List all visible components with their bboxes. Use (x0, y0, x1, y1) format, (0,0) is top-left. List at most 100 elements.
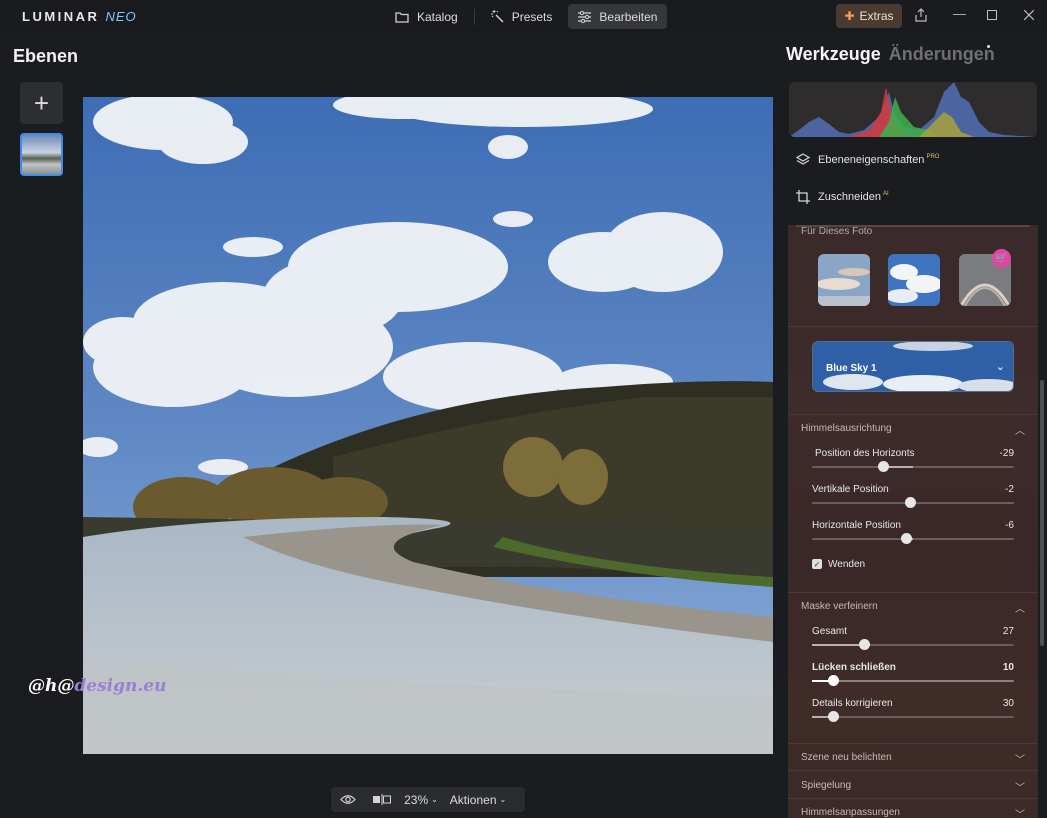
pro-badge: PRO (926, 154, 940, 161)
minimize-icon[interactable]: — (953, 6, 966, 21)
slider-value-horizon: -29 (999, 448, 1014, 459)
section-title-relight[interactable]: Szene neu belichten (801, 752, 892, 763)
slider-label-horizon: Position des Horizonts (815, 448, 915, 459)
flip-checkbox[interactable]: ✓ (812, 559, 822, 569)
zoom-dropdown[interactable]: 23% ⌄ (399, 787, 443, 812)
chevron-down-icon[interactable]: ﹀ (1015, 806, 1025, 818)
tab-aenderungen[interactable]: Änderungen (889, 44, 995, 64)
tab-katalog[interactable]: Katalog (385, 4, 468, 29)
slider-value-overall: 27 (1002, 626, 1014, 637)
tab-werkzeuge[interactable]: Werkzeuge (786, 44, 881, 64)
watermark-text: @h@design.eu (28, 676, 166, 696)
extras-button[interactable]: ✚ Extras (836, 4, 902, 28)
slider-fill (812, 644, 864, 646)
close-icon[interactable] (1023, 8, 1035, 23)
slider-knob[interactable] (901, 533, 912, 544)
panel-scrollbar[interactable] (1040, 380, 1044, 646)
sliders-icon (578, 10, 592, 23)
slider-vertical[interactable] (812, 497, 1014, 508)
slider-knob[interactable] (828, 711, 839, 722)
ai-badge: AI (883, 191, 889, 198)
folder-icon (395, 11, 409, 23)
slider-horizon[interactable] (812, 461, 1014, 472)
section-divider (788, 743, 1038, 744)
slider-value-details: 30 (1002, 698, 1014, 709)
chevron-up-icon[interactable]: ︿ (1015, 422, 1025, 437)
slider-gaps[interactable] (812, 675, 1014, 686)
slider-label-horizontal: Horizontale Position (812, 520, 901, 531)
layers-icon (796, 153, 810, 165)
slider-overall[interactable] (812, 639, 1014, 650)
compare-split-icon[interactable] (365, 787, 399, 812)
layer-properties-tool[interactable]: Ebeneneigenschaften PRO (796, 153, 939, 167)
add-layer-button[interactable]: + (20, 82, 63, 124)
slider-knob[interactable] (905, 497, 916, 508)
tab-bearbeiten-label: Bearbeiten (599, 9, 658, 24)
zoom-value: 23% (404, 792, 429, 807)
slider-label-vertical: Vertikale Position (812, 484, 889, 495)
slider-knob[interactable] (828, 675, 839, 686)
histogram (789, 82, 1037, 137)
chevron-down-icon[interactable]: ﹀ (1015, 779, 1025, 794)
actions-dropdown[interactable]: Aktionen ⌄ (443, 787, 513, 812)
crop-tool[interactable]: Zuschneiden AI (796, 190, 889, 204)
plus-icon: + (33, 87, 50, 118)
bottom-toolbar: 23% ⌄ Aktionen ⌄ (331, 787, 525, 812)
section-divider (788, 414, 1038, 415)
changes-dot-indicator (987, 45, 990, 48)
layer-properties-label: Ebeneneigenschaften (818, 154, 925, 166)
section-title-sky-adjustments[interactable]: Himmelsanpassungen (801, 807, 900, 818)
slider-horizontal[interactable] (812, 533, 1014, 544)
selected-sky-label: Blue Sky 1 (826, 363, 877, 374)
slider-value-gaps: 10 (1002, 662, 1014, 673)
sky-thumbnail-1[interactable] (818, 254, 870, 306)
slider-knob[interactable] (859, 639, 870, 650)
section-divider (788, 326, 1038, 327)
magic-wand-icon (490, 10, 504, 23)
watermark-part1: @h@ (28, 676, 75, 696)
chevron-down-icon[interactable]: ﹀ (1015, 751, 1025, 766)
slider-knob[interactable] (878, 461, 889, 472)
layer-thumbnail[interactable] (20, 133, 63, 176)
section-title-mask[interactable]: Maske verfeinern (801, 601, 878, 612)
for-this-photo-label: Für Dieses Foto (801, 226, 873, 237)
nav-divider (473, 9, 475, 25)
slider-label-gaps: Lücken schließen (812, 662, 896, 673)
slider-details[interactable] (812, 711, 1014, 722)
puzzle-icon: ✚ (844, 9, 855, 23)
app-logo: LUMINAR NEO (22, 9, 137, 24)
slider-label-overall: Gesamt (812, 626, 848, 637)
flip-label: Wenden (828, 559, 866, 570)
title-bar: LUMINAR NEO Katalog Presets Bearbeiten ✚ … (0, 0, 1047, 34)
panel-tabs: Werkzeuge Änderungen (786, 44, 995, 65)
top-navigation: Katalog Presets Bearbeiten (385, 4, 668, 29)
chevron-down-icon: ⌄ (995, 361, 1005, 373)
preview-eye-icon[interactable] (331, 787, 365, 812)
layers-title: Ebenen (13, 46, 79, 66)
chevron-up-icon[interactable]: ︿ (1015, 600, 1025, 615)
chevron-down-icon: ⌄ (431, 795, 438, 804)
section-title-reflection[interactable]: Spiegelung (801, 780, 851, 791)
logo-sub-text: NEO (105, 9, 137, 24)
share-icon[interactable] (915, 8, 927, 25)
chevron-down-icon: ⌄ (499, 795, 507, 804)
slider-value-horizontal: -6 (1005, 520, 1014, 531)
photo-canvas[interactable] (83, 97, 773, 754)
slider-value-vertical: -2 (1005, 484, 1014, 495)
tab-presets-label: Presets (511, 9, 553, 24)
sky-thumbnail-2[interactable] (888, 254, 940, 306)
sky-selection-dropdown[interactable]: Blue Sky 1 ⌄ (812, 341, 1014, 392)
logo-text: LUMINAR (22, 9, 100, 24)
section-title-orientation[interactable]: Himmelsausrichtung (801, 423, 892, 434)
crop-icon (796, 190, 810, 204)
maximize-icon[interactable] (987, 8, 997, 23)
crop-label: Zuschneiden (818, 191, 881, 203)
tab-bearbeiten[interactable]: Bearbeiten (568, 4, 668, 29)
tab-presets[interactable]: Presets (481, 4, 563, 29)
watermark-part2: design.eu (74, 676, 167, 696)
shopping-cart-icon[interactable]: 🛒 (992, 249, 1011, 268)
slider-label-details: Details korrigieren (812, 698, 893, 709)
section-divider (788, 798, 1038, 799)
extras-label: Extras (859, 9, 894, 23)
sky-ai-panel: Für Dieses Foto 🛒 Blue Sky 1 ⌄ Himmelsau… (788, 225, 1038, 818)
